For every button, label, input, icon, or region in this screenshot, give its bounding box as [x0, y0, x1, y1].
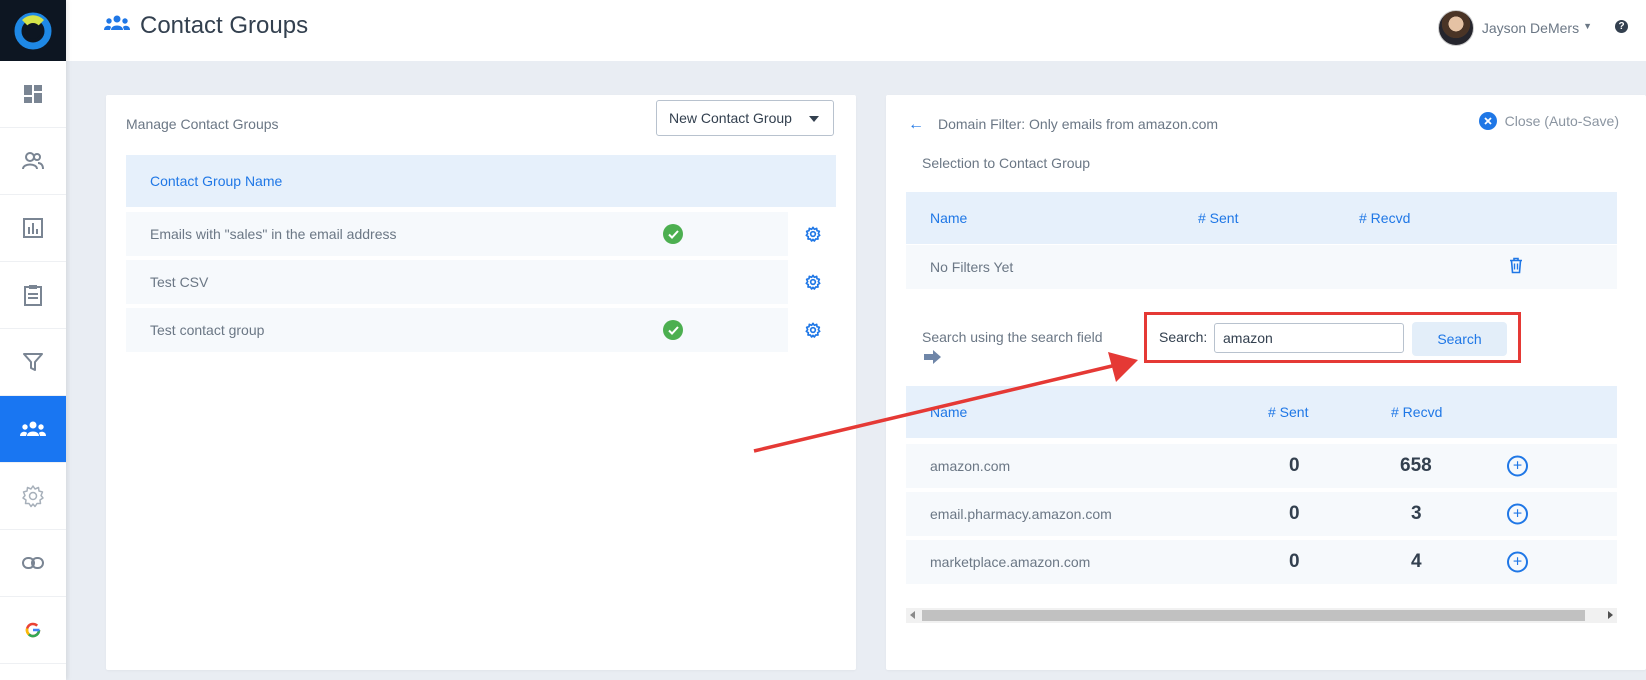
group-name: Test contact group — [150, 322, 265, 338]
clipboard-icon — [24, 285, 42, 306]
scrollbar-thumb[interactable] — [922, 610, 1585, 621]
add-circle-icon[interactable]: + — [1507, 551, 1528, 573]
horizontal-scrollbar[interactable] — [906, 608, 1617, 623]
caret-down-icon[interactable]: ▼ — [1583, 21, 1592, 31]
filters-empty-row: No Filters Yet — [906, 245, 1617, 289]
check-circle-icon — [663, 224, 683, 244]
sidebar-item-settings[interactable] — [0, 463, 66, 530]
column-header-recvd[interactable]: # Recvd — [1359, 210, 1410, 226]
group-name: Emails with "sales" in the email address — [150, 226, 397, 242]
sidebar-item-contacts[interactable] — [0, 128, 66, 195]
group-name: Test CSV — [150, 274, 209, 290]
google-icon — [25, 622, 41, 638]
help-icon[interactable]: ? — [1615, 20, 1628, 33]
sidebar-item-filters[interactable] — [0, 329, 66, 396]
new-contact-group-dropdown[interactable]: New Contact Group — [656, 100, 834, 136]
page-title: Contact Groups — [140, 12, 309, 39]
column-header-name[interactable]: Name — [930, 210, 967, 226]
sent-count: 0 — [1289, 455, 1300, 476]
results-table-header: Name # Sent # Recvd — [906, 386, 1617, 438]
domain-filter-panel: ← Domain Filter: Only emails from amazon… — [886, 95, 1646, 670]
search-input[interactable] — [1214, 323, 1404, 353]
logo-icon — [14, 12, 52, 49]
trash-icon[interactable] — [1509, 257, 1523, 277]
column-header-sent[interactable]: # Sent — [1198, 210, 1238, 226]
sidebar-item-contact-groups[interactable] — [0, 396, 66, 463]
filters-table-header: Name # Sent # Recvd — [906, 192, 1617, 244]
close-icon — [1478, 112, 1497, 130]
avatar[interactable] — [1437, 10, 1474, 46]
app-logo[interactable] — [0, 0, 66, 61]
sent-count: 0 — [1289, 503, 1300, 524]
search-label: Search: — [1159, 329, 1208, 345]
table-row: marketplace.amazon.com 0 4 + — [906, 540, 1617, 584]
sidebar-item-google[interactable] — [0, 597, 66, 664]
table-row[interactable]: Emails with "sales" in the email address — [126, 212, 788, 256]
user-name[interactable]: Jayson DeMers — [1482, 20, 1579, 36]
column-header-recvd[interactable]: # Recvd — [1391, 404, 1442, 420]
back-arrow-icon[interactable]: ← — [908, 116, 924, 134]
sidebar-item-integrations[interactable] — [0, 530, 66, 597]
contact-groups-icon — [20, 421, 46, 436]
gear-icon — [22, 485, 44, 508]
empty-filters-text: No Filters Yet — [930, 259, 1014, 275]
sidebar-item-dashboard[interactable] — [0, 61, 66, 128]
close-auto-save-button[interactable]: Close (Auto-Save) — [1478, 112, 1619, 130]
row-settings-gear-icon[interactable] — [804, 321, 822, 339]
manage-contact-groups-panel: Manage Contact Groups New Contact Group … — [106, 95, 856, 670]
sidebar-item-tasks[interactable] — [0, 262, 66, 329]
column-header-name[interactable]: Name — [930, 404, 967, 420]
bar-chart-icon — [23, 218, 43, 238]
recvd-count: 3 — [1411, 503, 1422, 524]
row-settings-gear-icon[interactable] — [804, 273, 822, 291]
scroll-right-icon[interactable] — [1608, 611, 1613, 619]
search-hint: Search using the search field — [922, 329, 1103, 345]
dropdown-label: New Contact Group — [669, 110, 792, 126]
user-menu[interactable]: Jayson DeMers ▼ — [1437, 10, 1592, 46]
domain-name: amazon.com — [930, 458, 1011, 474]
recvd-count: 4 — [1411, 551, 1422, 572]
filter-subtitle: Selection to Contact Group — [922, 155, 1091, 171]
domain-name: email.pharmacy.amazon.com — [930, 506, 1112, 522]
users-icon — [22, 152, 44, 170]
dashboard-icon — [24, 85, 42, 103]
add-circle-icon[interactable]: + — [1507, 503, 1528, 525]
add-circle-icon[interactable]: + — [1507, 455, 1528, 477]
table-row[interactable]: Test CSV — [126, 260, 788, 304]
domain-name: marketplace.amazon.com — [930, 554, 1091, 570]
sidebar-item-reports[interactable] — [0, 195, 66, 262]
contact-groups-title-icon — [104, 14, 130, 37]
search-button[interactable]: Search — [1412, 322, 1507, 356]
check-circle-icon — [663, 320, 683, 340]
search-form-highlight: Search: Search — [1144, 312, 1521, 363]
table-row: email.pharmacy.amazon.com 0 3 + — [906, 492, 1617, 536]
column-header-contact-group-name[interactable]: Contact Group Name — [126, 155, 836, 207]
filter-title: Domain Filter: Only emails from amazon.c… — [938, 116, 1219, 132]
sidebar — [0, 0, 66, 680]
caret-down-icon — [809, 116, 819, 122]
filter-icon — [23, 353, 43, 371]
table-row[interactable]: Test contact group — [126, 308, 788, 352]
scroll-left-icon[interactable] — [910, 611, 915, 619]
recvd-count: 658 — [1400, 455, 1432, 476]
table-row: amazon.com 0 658 + — [906, 444, 1617, 488]
sent-count: 0 — [1289, 551, 1300, 572]
panel-title: Manage Contact Groups — [126, 116, 279, 132]
row-settings-gear-icon[interactable] — [804, 225, 822, 243]
column-header-sent[interactable]: # Sent — [1268, 404, 1308, 420]
close-label: Close (Auto-Save) — [1504, 113, 1619, 129]
arrow-right-icon — [924, 350, 942, 369]
link-icon — [22, 557, 44, 569]
